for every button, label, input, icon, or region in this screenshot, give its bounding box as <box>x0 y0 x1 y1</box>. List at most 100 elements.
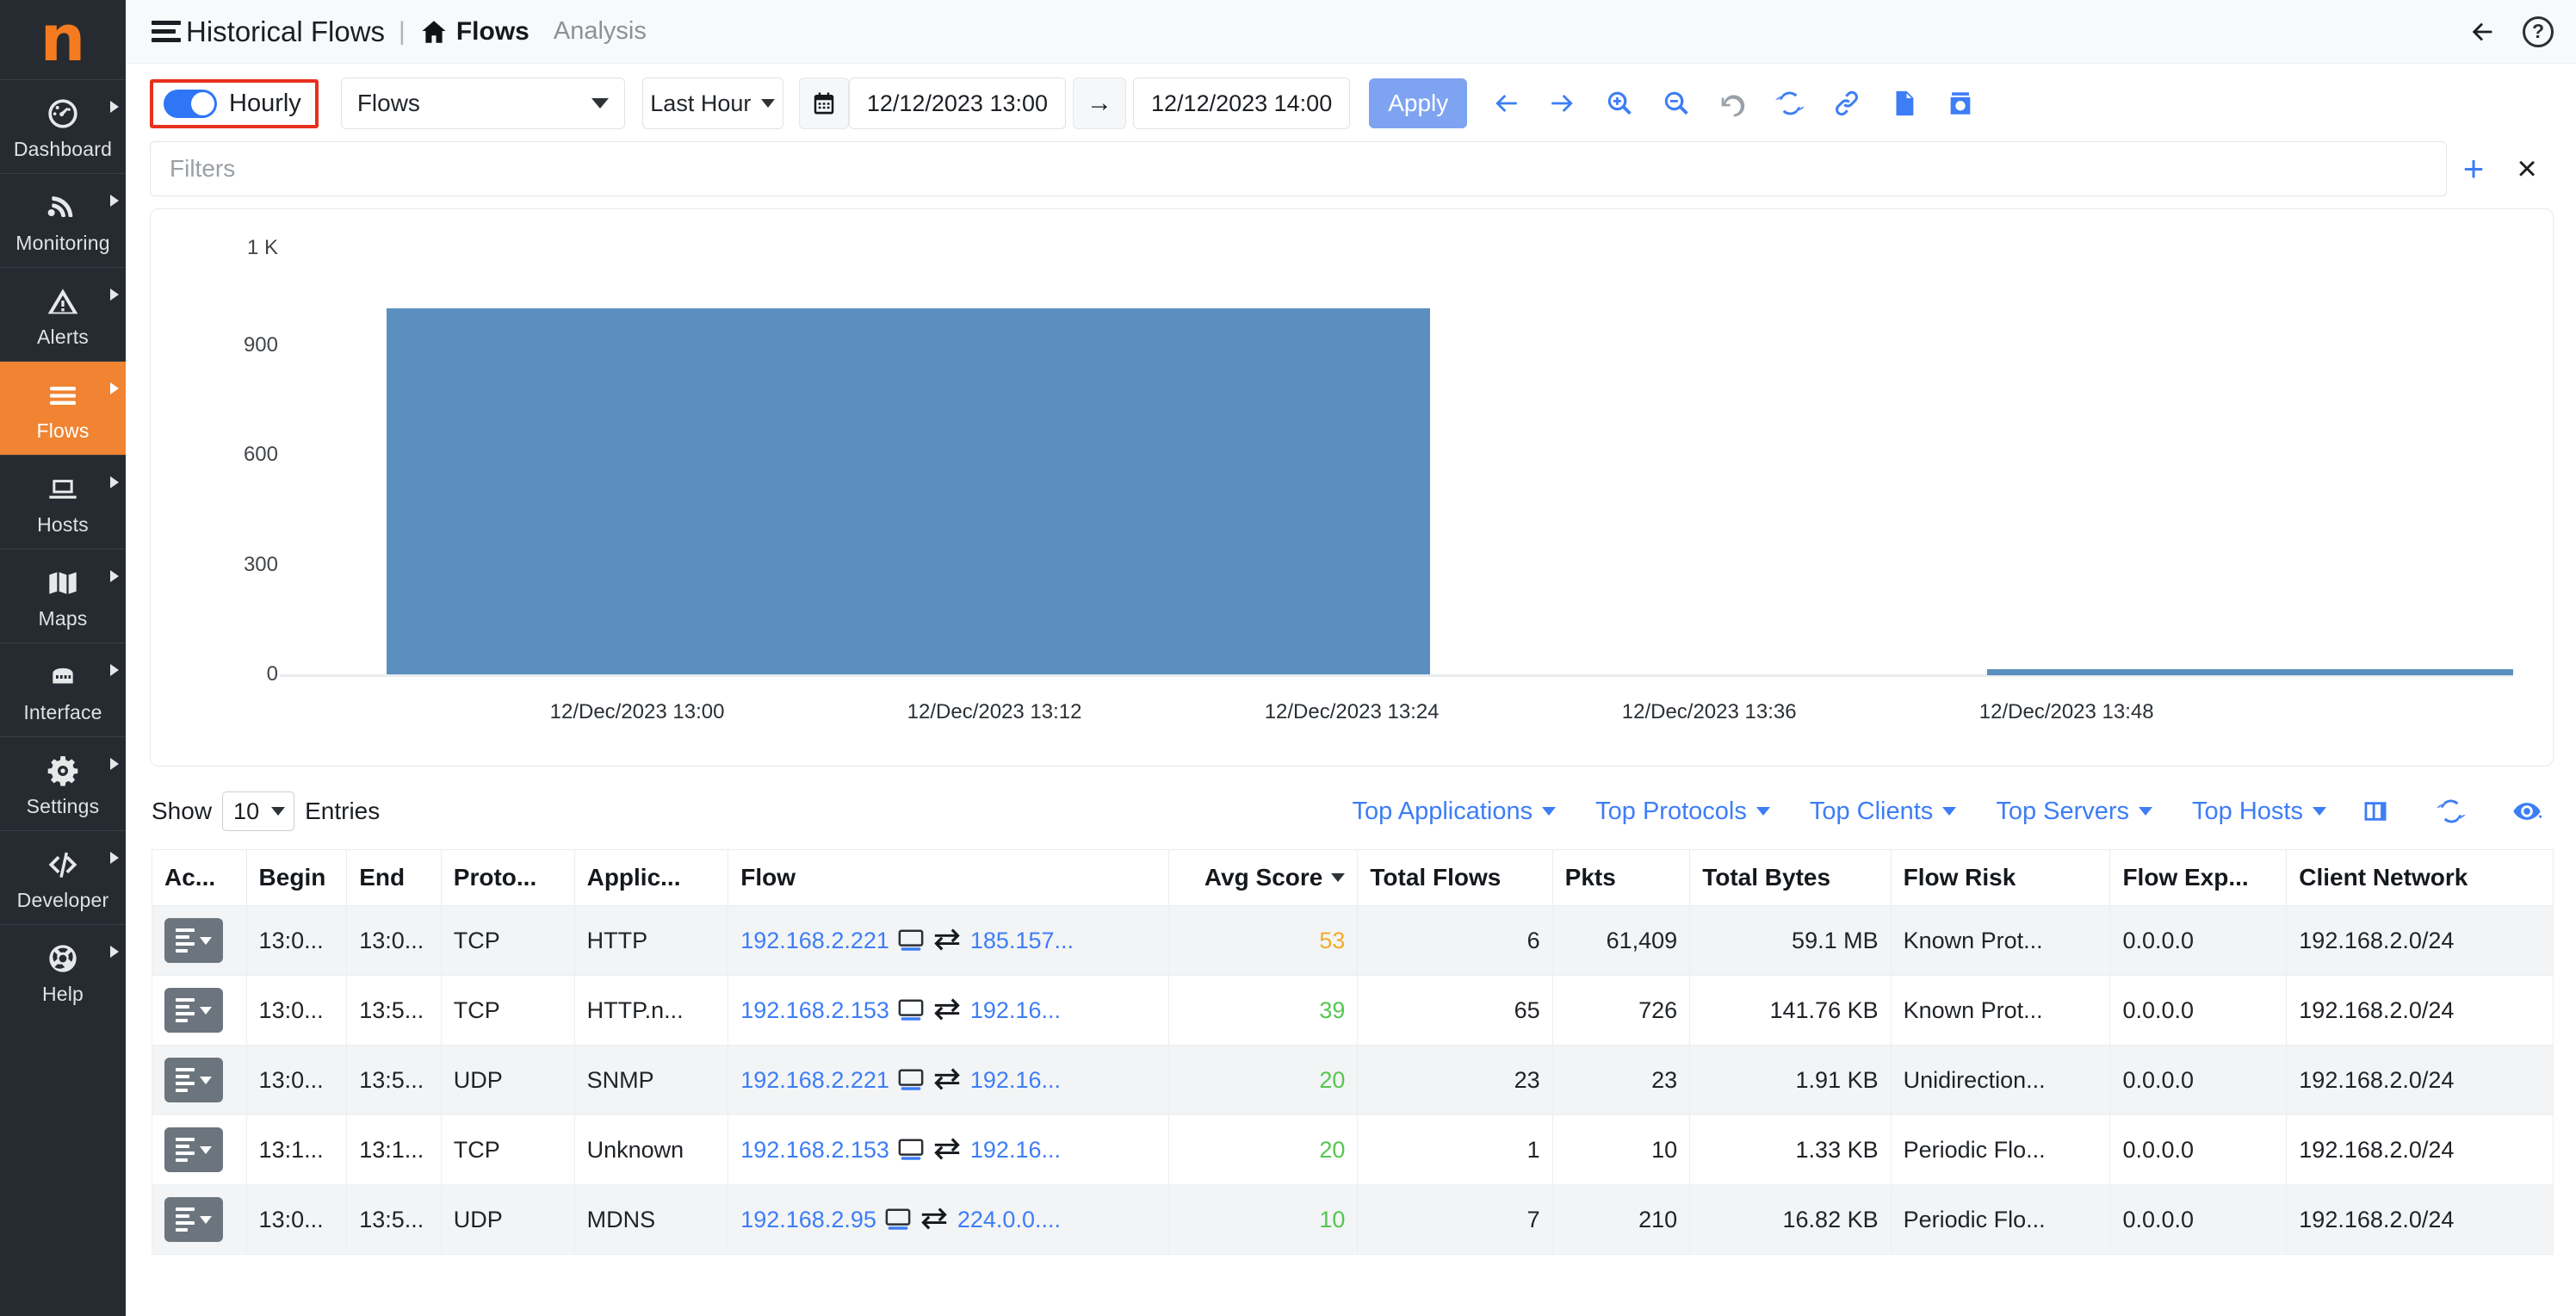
flow-destination[interactable]: 192.16... <box>970 1067 1061 1094</box>
sidebar-item-monitoring[interactable]: Monitoring <box>0 173 126 267</box>
cell-flow[interactable]: 192.168.2.153 192.16... <box>728 975 1170 1046</box>
snapshot-icon[interactable] <box>1932 78 1989 128</box>
refresh-icon[interactable] <box>2424 789 2478 834</box>
time-range-select[interactable]: Last Hour <box>641 78 783 129</box>
undo-icon[interactable] <box>1705 78 1762 128</box>
top-clients-dropdown[interactable]: Top Clients <box>1810 798 1957 826</box>
table-row[interactable]: 13:1... 13:1... TCP Unknown 192.168.2.15… <box>152 1114 2554 1185</box>
flow-source[interactable]: 192.168.2.221 <box>740 928 889 954</box>
zoom-out-icon[interactable] <box>1648 78 1705 128</box>
cell-flow-exporter[interactable]: 0.0.0.0 <box>2109 1184 2288 1255</box>
breadcrumb-analysis[interactable]: Analysis <box>554 17 647 46</box>
sidebar-item-hosts[interactable]: Hosts <box>0 455 126 549</box>
top-servers-dropdown[interactable]: Top Servers <box>1996 798 2153 826</box>
arrow-left-icon[interactable] <box>1477 78 1534 128</box>
table-row[interactable]: 13:0... 13:5... TCP HTTP.n... 192.168.2.… <box>152 975 2554 1046</box>
sidebar-item-maps[interactable]: Maps <box>0 549 126 642</box>
app-logo[interactable]: n <box>0 0 126 79</box>
cell-flow-exporter[interactable]: 0.0.0.0 <box>2109 975 2288 1046</box>
sidebar-item-interface[interactable]: Interface <box>0 642 126 736</box>
cell-protocol[interactable]: UDP <box>440 1184 575 1255</box>
hourly-toggle-group[interactable]: Hourly <box>150 78 319 128</box>
cell-flow[interactable]: 192.168.2.153 192.16... <box>728 1114 1170 1185</box>
cell-application[interactable]: SNMP <box>573 1045 729 1115</box>
link-icon[interactable] <box>1818 78 1875 128</box>
cell-client-network[interactable]: 192.168.2.0/24 <box>2286 1045 2554 1115</box>
page-size-select[interactable]: 10 <box>222 791 295 831</box>
apply-button[interactable]: Apply <box>1369 78 1468 128</box>
home-icon[interactable] <box>419 17 449 47</box>
cell-application[interactable]: MDNS <box>573 1184 729 1255</box>
column-header-client-network[interactable]: Client Network <box>2286 849 2554 906</box>
cell-flow-exporter[interactable]: 0.0.0.0 <box>2109 1045 2288 1115</box>
cell-protocol[interactable]: TCP <box>440 975 575 1046</box>
flow-source[interactable]: 192.168.2.221 <box>740 1067 889 1094</box>
zoom-in-icon[interactable] <box>1591 78 1648 128</box>
cell-flow[interactable]: 192.168.2.221 192.16... <box>728 1045 1170 1115</box>
cell-protocol[interactable]: TCP <box>440 905 575 976</box>
clear-filters-button[interactable]: × <box>2500 152 2554 186</box>
cell-flow-exporter[interactable]: 0.0.0.0 <box>2109 1114 2288 1185</box>
row-actions-button[interactable] <box>164 1127 223 1172</box>
cell-client-network[interactable]: 192.168.2.0/24 <box>2286 905 2554 976</box>
table-row[interactable]: 13:0... 13:0... TCP HTTP 192.168.2.221 1… <box>152 905 2554 976</box>
column-header-flow-risk[interactable]: Flow Risk <box>1890 849 2111 906</box>
row-actions-button[interactable] <box>164 1197 223 1242</box>
sidebar-item-help[interactable]: Help <box>0 924 126 1018</box>
eye-icon[interactable] <box>2500 789 2554 834</box>
cell-client-network[interactable]: 192.168.2.0/24 <box>2286 1114 2554 1185</box>
cell-protocol[interactable]: UDP <box>440 1045 575 1115</box>
column-header-avg-score[interactable]: Avg Score <box>1168 849 1359 906</box>
cell-client-network[interactable]: 192.168.2.0/24 <box>2286 1184 2554 1255</box>
column-header-total-flows[interactable]: Total Flows <box>1357 849 1553 906</box>
column-header-pkts[interactable]: Pkts <box>1551 849 1691 906</box>
help-button[interactable]: ? <box>2523 16 2554 47</box>
add-filter-button[interactable]: + <box>2447 151 2500 187</box>
sidebar-item-dashboard[interactable]: Dashboard <box>0 79 126 173</box>
flow-destination[interactable]: 185.157... <box>970 928 1074 954</box>
column-header-total-bytes[interactable]: Total Bytes <box>1689 849 1892 906</box>
flow-destination[interactable]: 192.16... <box>970 997 1061 1024</box>
row-actions-button[interactable] <box>164 1058 223 1102</box>
flows-chart[interactable]: 0 300 600 900 1 K 12/Dec/2023 13:00 12/D… <box>166 235 2537 723</box>
column-header-actions[interactable]: Ac... <box>152 849 247 906</box>
calendar-button[interactable] <box>798 78 849 129</box>
flow-destination[interactable]: 224.0.0.... <box>957 1207 1061 1233</box>
cell-application[interactable]: HTTP <box>573 905 729 976</box>
breadcrumb-current[interactable]: Flows <box>456 17 529 47</box>
cell-flow-exporter[interactable]: 0.0.0.0 <box>2109 905 2288 976</box>
top-protocols-dropdown[interactable]: Top Protocols <box>1595 798 1770 826</box>
sidebar-item-developer[interactable]: Developer <box>0 830 126 924</box>
column-header-end[interactable]: End <box>346 849 442 906</box>
menu-icon[interactable] <box>152 21 181 42</box>
flows-select[interactable]: Flows <box>340 78 625 129</box>
flow-source[interactable]: 192.168.2.153 <box>740 997 889 1024</box>
table-row[interactable]: 13:0... 13:5... UDP MDNS 192.168.2.95 22… <box>152 1184 2554 1255</box>
hourly-toggle[interactable] <box>164 89 217 118</box>
filters-input[interactable]: Filters <box>150 141 2447 196</box>
row-actions-button[interactable] <box>164 988 223 1033</box>
file-icon[interactable] <box>1875 78 1932 128</box>
flow-destination[interactable]: 192.16... <box>970 1137 1061 1164</box>
refresh-icon[interactable] <box>1762 78 1818 128</box>
cell-client-network[interactable]: 192.168.2.0/24 <box>2286 975 2554 1046</box>
arrow-right-icon[interactable] <box>1534 78 1591 128</box>
column-header-begin[interactable]: Begin <box>245 849 348 906</box>
table-row[interactable]: 13:0... 13:5... UDP SNMP 192.168.2.221 1… <box>152 1045 2554 1115</box>
column-header-application[interactable]: Applic... <box>573 849 729 906</box>
date-to-input[interactable]: 12/12/2023 14:00 <box>1133 78 1351 129</box>
sidebar-item-settings[interactable]: Settings <box>0 736 126 830</box>
cell-flow[interactable]: 192.168.2.221 185.157... <box>728 905 1170 976</box>
top-hosts-dropdown[interactable]: Top Hosts <box>2192 798 2326 826</box>
back-arrow-icon[interactable] <box>2468 17 2497 47</box>
date-from-input[interactable]: 12/12/2023 13:00 <box>848 78 1067 129</box>
row-actions-button[interactable] <box>164 918 223 963</box>
flow-source[interactable]: 192.168.2.95 <box>740 1207 876 1233</box>
flow-source[interactable]: 192.168.2.153 <box>740 1137 889 1164</box>
sidebar-item-alerts[interactable]: Alerts <box>0 267 126 361</box>
top-applications-dropdown[interactable]: Top Applications <box>1353 798 1557 826</box>
sidebar-item-flows[interactable]: Flows <box>0 361 126 455</box>
column-header-protocol[interactable]: Proto... <box>440 849 575 906</box>
column-header-flow-exporter[interactable]: Flow Exp... <box>2109 849 2288 906</box>
cell-application[interactable]: HTTP.n... <box>573 975 729 1046</box>
